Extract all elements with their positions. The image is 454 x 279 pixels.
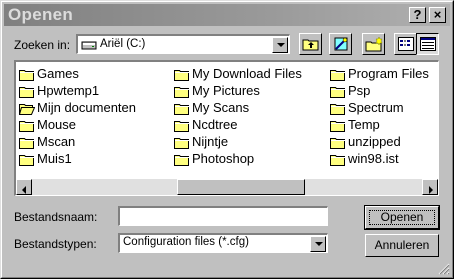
file-list-item[interactable]: Nijntje <box>173 133 302 150</box>
file-list-item[interactable]: Mouse <box>18 116 136 133</box>
file-list-item[interactable]: My Pictures <box>173 82 302 99</box>
file-list-item-label: unzipped <box>348 134 401 149</box>
file-list-item-label: Program Files <box>348 66 429 81</box>
window-title: Openen <box>8 5 74 24</box>
open-dialog: Openen ? × Zoeken in: Ariël (C:) Games H… <box>0 0 454 279</box>
help-button[interactable]: ? <box>409 7 426 23</box>
folder-icon <box>19 153 35 170</box>
file-list-item[interactable]: Spectrum <box>329 99 429 116</box>
folder-icon <box>330 153 346 170</box>
filetype-dropdown-button[interactable] <box>310 236 326 252</box>
file-list-item[interactable]: My Download Files <box>173 65 302 82</box>
file-list-item-label: My Download Files <box>192 66 302 81</box>
drive-icon <box>81 39 97 54</box>
file-list-item-label: Mouse <box>37 117 77 132</box>
file-list-item-label: Hpwtemp1 <box>37 83 100 98</box>
file-list-item[interactable]: Hpwtemp1 <box>18 82 136 99</box>
filetype-combo[interactable]: Configuration files (*.cfg) <box>118 233 328 253</box>
file-list-item-label: Ncdtree <box>192 117 238 132</box>
arrow-left-icon <box>21 183 27 195</box>
file-list-item[interactable]: Ncdtree <box>173 116 302 133</box>
lookin-combo[interactable]: Ariël (C:) <box>76 34 290 54</box>
file-list-item[interactable]: My Scans <box>173 99 302 116</box>
file-list-item-label: My Pictures <box>192 83 260 98</box>
file-column-1: Games Hpwtemp1 Mijn documenten Mouse Mscan Mu… <box>18 65 136 167</box>
close-icon: × <box>433 7 442 22</box>
up-folder-button[interactable] <box>299 33 322 55</box>
file-list-item[interactable]: Temp <box>329 116 429 133</box>
file-list-item[interactable]: Muis1 <box>18 150 136 167</box>
filetype-label: Bestandstypen: <box>14 237 97 251</box>
file-list-item[interactable]: Program Files <box>329 65 429 82</box>
file-list-item[interactable]: unzipped <box>329 133 429 150</box>
file-list-item-label: win98.ist <box>348 151 399 166</box>
file-list-item[interactable]: Psp <box>329 82 429 99</box>
close-button[interactable]: × <box>429 7 446 23</box>
file-list-item-label: Temp <box>348 117 380 132</box>
new-folder-button[interactable] <box>362 33 385 55</box>
filename-input[interactable] <box>118 206 328 226</box>
scroll-thumb[interactable] <box>177 179 305 195</box>
file-column-2: My Download Files My Pictures My Scans Ncdt… <box>173 65 302 167</box>
file-list-item[interactable]: Mijn documenten <box>18 99 136 116</box>
focus-rectangle <box>369 210 435 225</box>
title-bar[interactable]: Openen ? × <box>4 4 450 26</box>
file-column-3: Program Files Psp Spectrum Temp unzipped win9… <box>329 65 429 167</box>
scroll-right-button[interactable] <box>422 179 438 195</box>
file-list-item-label: Psp <box>348 83 371 98</box>
up-folder-icon <box>302 36 320 55</box>
file-list-item[interactable]: Games <box>18 65 136 82</box>
lookin-value: Ariël (C:) <box>100 38 146 50</box>
folder-icon <box>174 153 190 170</box>
list-view-button[interactable] <box>394 33 417 55</box>
file-list-item-label: Mscan <box>37 134 76 149</box>
list-view-icon <box>398 37 414 54</box>
arrow-right-icon <box>428 183 434 195</box>
file-list-item-label: Spectrum <box>348 100 404 115</box>
file-list-item[interactable]: Photoshop <box>173 150 302 167</box>
file-list-item-label: My Scans <box>192 100 250 115</box>
details-view-icon <box>420 37 436 54</box>
help-icon: ? <box>413 7 422 22</box>
horizontal-scrollbar[interactable] <box>16 179 438 195</box>
cancel-button-label: Annuleren <box>374 238 430 252</box>
file-list-item[interactable]: Mscan <box>18 133 136 150</box>
filename-label: Bestandsnaam: <box>14 210 98 224</box>
details-view-button[interactable] <box>416 33 439 55</box>
lookin-dropdown-button[interactable] <box>272 37 288 53</box>
file-list-item[interactable]: win98.ist <box>329 150 429 167</box>
open-button[interactable]: Openen <box>364 205 440 230</box>
filetype-value: Configuration files (*.cfg) <box>123 236 249 248</box>
resize-grip-icon[interactable] <box>438 263 450 275</box>
desktop-icon <box>332 36 350 56</box>
file-list-item-label: Muis1 <box>37 151 72 166</box>
file-list-item-label: Photoshop <box>192 151 255 166</box>
desktop-button[interactable] <box>329 33 352 55</box>
lookin-label: Zoeken in: <box>14 38 71 52</box>
file-list-item-label: Nijntje <box>192 134 229 149</box>
file-list[interactable]: Games Hpwtemp1 Mijn documenten Mouse Mscan Mu… <box>14 60 439 196</box>
file-list-item-label: Mijn documenten <box>37 100 136 115</box>
file-list-item-label: Games <box>37 66 79 81</box>
scroll-left-button[interactable] <box>16 179 32 195</box>
cancel-button[interactable]: Annuleren <box>365 234 439 257</box>
new-folder-icon <box>365 36 384 56</box>
